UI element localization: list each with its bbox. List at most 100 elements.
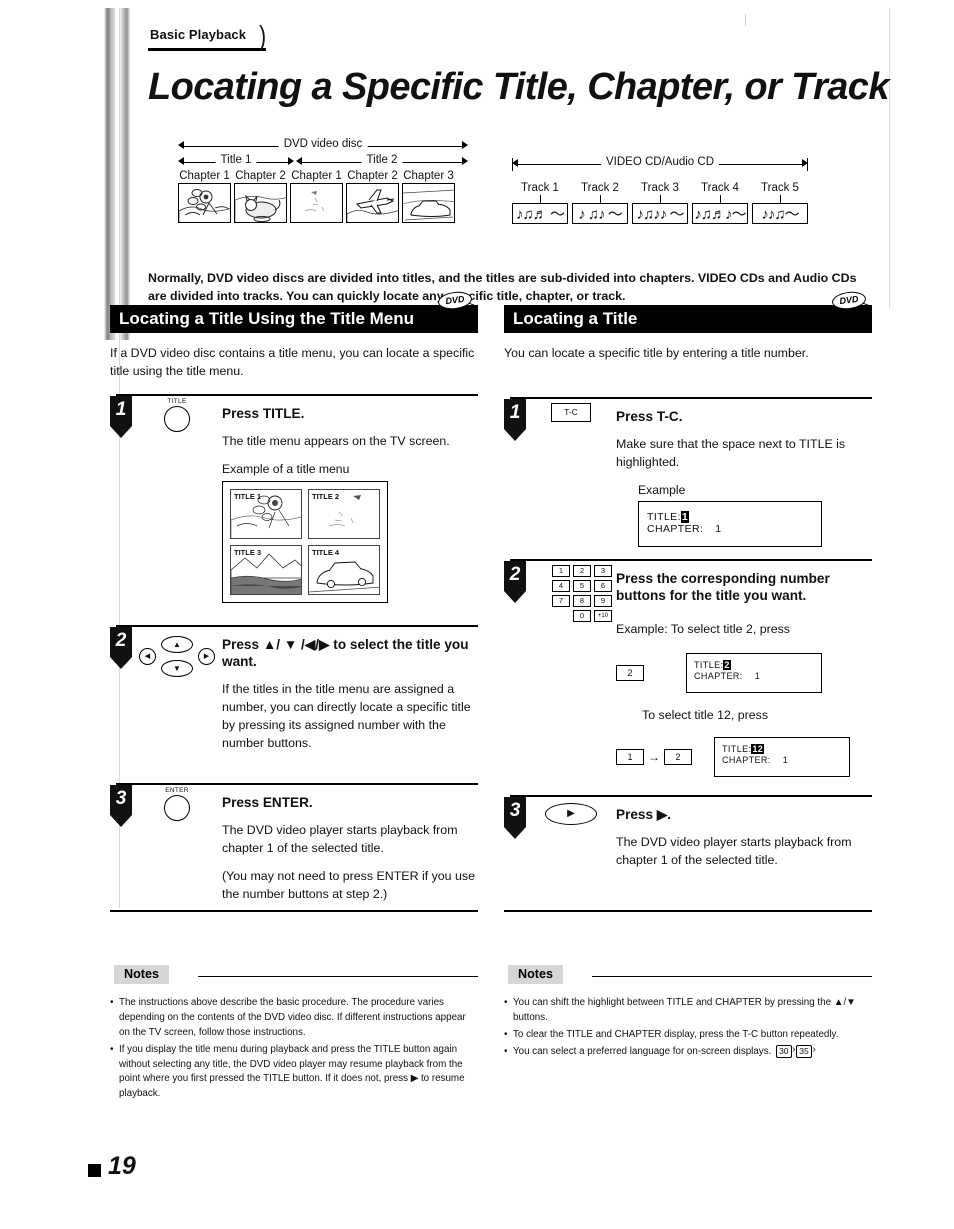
step-text: The title menu appears on the TV screen. [222, 433, 450, 448]
enter-button-label: ENTER [165, 786, 189, 794]
step-number: 2 [504, 560, 526, 591]
left-button-icon[interactable]: ◀ [139, 647, 156, 665]
left-notes-divider [110, 910, 478, 913]
round-button-shape [164, 405, 190, 432]
track-notes-glyph: ♪♪♫〜 [752, 203, 808, 224]
osd-chapter-line: CHAPTER: 1 [694, 671, 814, 682]
title-menu-cell: TITLE 4 [308, 544, 380, 595]
example1-caption: Example: To select title 2, press [616, 621, 791, 636]
manual-page: Basic Playback ) Locating a Specific Tit… [0, 0, 954, 1229]
osd-title-value: 12 [751, 743, 765, 754]
key-8[interactable]: 8 [573, 594, 591, 607]
key-plus-ten[interactable]: +10 [594, 609, 612, 622]
play-button-icon[interactable]: ▶ [532, 802, 610, 825]
note-item-with-refs: You can select a preferred language for … [504, 1044, 872, 1060]
right-notes-divider [504, 910, 872, 913]
osd-chapter-value: 1 [715, 523, 722, 535]
track-notes-glyph: ♪♫♬ 〜 [512, 203, 568, 224]
step-number-marker: 1 [110, 395, 132, 438]
chapter-cell-label: Chapter 3 [403, 170, 454, 182]
step-body: Press TITLE. The title menu appears on t… [222, 405, 478, 603]
chapter-cell: Chapter 3 [402, 170, 455, 223]
step-heading: Press TITLE. [222, 405, 305, 421]
cd-span-label: VIDEO CD/Audio CD [600, 156, 720, 168]
right-button-icon[interactable]: ▶ [198, 647, 215, 665]
dvd-span: DVD video disc [178, 138, 468, 154]
scan-gutter-artifact [104, 8, 130, 340]
dvd-title2-span: Title 2 [296, 154, 468, 170]
dvd-chapter-cells: Chapter 1 Chapter 2 Chapter 1 Chapter 2 … [178, 170, 468, 223]
osd-chapter-label: CHAPTER: [694, 670, 743, 681]
key-7[interactable]: 7 [552, 594, 570, 607]
page-ref-35[interactable]: 35 [796, 1044, 816, 1058]
osd-title-label: TITLE: [694, 659, 724, 670]
dvd-title1-label: Title 1 [215, 154, 257, 166]
chapter-cell: Chapter 2 [234, 170, 287, 223]
osd-display-example: TITLE:1 CHAPTER: 1 [638, 500, 822, 547]
step-body: Press ▶. The DVD video player starts pla… [616, 806, 872, 870]
key-9[interactable]: 9 [594, 594, 612, 607]
tc-button-icon[interactable]: T-C [532, 402, 610, 422]
osd-chapter-value: 1 [754, 670, 761, 681]
osd-title-label: TITLE: [647, 510, 681, 523]
notes-label: Notes [114, 965, 169, 984]
title-menu-cell-label: TITLE 3 [234, 547, 262, 557]
key-3[interactable]: 3 [594, 564, 612, 577]
example1-key: 2 [616, 664, 644, 681]
key-1[interactable]: 1 [552, 564, 570, 577]
step-text-secondary: (You may not need to press ENTER if you … [222, 868, 475, 901]
track-cell: Track 4 ♪♫♬♪〜 [692, 182, 748, 224]
kicker-paren-decoration: ) [259, 20, 267, 51]
key-0[interactable]: 0 [573, 609, 591, 622]
title-menu-example-graphic: TITLE 1 TITLE 2 TITLE 3 TITLE 4 [222, 480, 388, 603]
key-6[interactable]: 6 [594, 579, 612, 592]
osd-title-line: TITLE:1 [647, 510, 813, 523]
right-notes-block: Notes You can shift the highlight betwee… [504, 965, 872, 1062]
cd-diagram: VIDEO CD/Audio CD Track 1 ♪♫♬ 〜 Track 2 … [512, 156, 808, 224]
title-button-icon[interactable]: TITLE [138, 398, 216, 432]
enter-button-icon[interactable]: ENTER [138, 787, 216, 821]
track-cell: Track 2 ♪ ♫♪ 〜 [572, 182, 628, 224]
step-heading: Press the corresponding number buttons f… [616, 570, 830, 604]
page-ref-30[interactable]: 30 [776, 1044, 796, 1058]
example2-caption: To select title 12, press [642, 707, 769, 722]
note-item: To clear the TITLE and CHAPTER display, … [504, 1027, 872, 1043]
osd-chapter-label: CHAPTER: [722, 754, 771, 765]
chapter-thumbnail-cat [234, 183, 287, 223]
step-heading: Press ENTER. [222, 794, 313, 810]
section-header-label: Locating a Title Using the Title Menu [119, 309, 415, 328]
down-button-icon[interactable]: ▼ [161, 659, 193, 677]
notes-list: The instructions above describe the basi… [110, 995, 478, 1102]
chapter-cell-label: Chapter 1 [291, 170, 342, 182]
step-body: Press ▲/ ▼ /◀/▶ to select the title you … [222, 636, 478, 753]
key-2[interactable]: 2 [573, 564, 591, 577]
title-menu-cell-label: TITLE 1 [234, 491, 262, 501]
key-5[interactable]: 5 [573, 579, 591, 592]
dvd-title1-span: Title 1 [178, 154, 294, 170]
number-keypad[interactable]: 1 2 3 4 5 6 7 8 9 0 +10 [526, 564, 612, 622]
cd-track-cells: Track 1 ♪♫♬ 〜 Track 2 ♪ ♫♪ 〜 Track 3 ♪♫♪… [512, 182, 808, 224]
notes-header: Notes [504, 965, 872, 987]
step-number: 1 [504, 398, 526, 429]
osd-title-label: TITLE: [722, 743, 752, 754]
osd-title-line: TITLE:12 [722, 743, 842, 755]
chapter-thumbnail-flower [178, 183, 231, 223]
right-step-2: 2 1 2 3 4 5 6 7 8 9 0 +10 Press the corr… [504, 558, 872, 777]
title-menu-cell: TITLE 2 [308, 488, 380, 539]
scan-gutter-highlight [110, 8, 115, 340]
up-button-icon[interactable]: ▲ [161, 635, 193, 653]
title-menu-cell-label: TITLE 4 [312, 547, 340, 557]
key-4[interactable]: 4 [552, 579, 570, 592]
dvd-title2-label: Title 2 [361, 154, 403, 166]
chapter-cell: Chapter 1 [178, 170, 231, 223]
track-notes-glyph: ♪♫♪♪ 〜 [632, 203, 688, 224]
osd-chapter-label: CHAPTER: [647, 523, 704, 535]
example2-key-2: 2 [664, 748, 692, 765]
step-heading: Press ▶. [616, 806, 672, 822]
right-step-3: 3 ▶ Press ▶. The DVD video player starts… [504, 794, 872, 870]
chapter-cell-label: Chapter 1 [179, 170, 230, 182]
direction-pad-icon[interactable]: ▲ ▼ ◀ ▶ [138, 635, 216, 679]
left-step-2: 2 ▲ ▼ ◀ ▶ Press ▲/ ▼ /◀/▶ to select the … [110, 624, 478, 753]
number-keypad-icon[interactable]: 1 2 3 4 5 6 7 8 9 0 +10 [526, 564, 612, 625]
step-text: The DVD video player starts playback fro… [616, 834, 852, 867]
